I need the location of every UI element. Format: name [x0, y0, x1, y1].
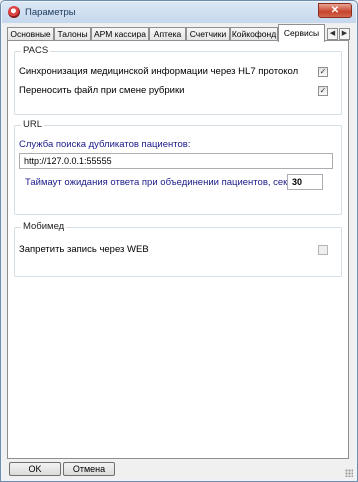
tab-pharmacy[interactable]: Аптека [149, 27, 186, 41]
tab-main[interactable]: Основные [7, 27, 54, 41]
move-file-label: Переносить файл при смене рубрики [19, 85, 185, 96]
window-title: Параметры [25, 7, 76, 18]
timeout-label: Таймаут ожидания ответа при объединении … [25, 177, 290, 188]
pacs-group-title: PACS [21, 45, 51, 56]
duplicate-service-url-input[interactable]: http://127.0.0.1:55555 [19, 153, 333, 169]
url-group-title: URL [21, 119, 45, 130]
cancel-button[interactable]: Отмена [63, 462, 115, 476]
forbid-web-checkbox[interactable] [318, 245, 328, 255]
hl7-sync-label: Синхронизация медицинской информации чер… [19, 66, 299, 77]
tab-scroll-left-icon[interactable]: ◀ [327, 28, 338, 40]
ok-button[interactable]: OK [9, 462, 61, 476]
dialog-client: Основные Талоны АРМ кассира Аптека Счетч… [3, 23, 355, 479]
tab-counters[interactable]: Счетчики [186, 27, 230, 41]
resize-grip-icon[interactable] [345, 469, 353, 477]
url-group: URL Служба поиска дубликатов пациентов: … [14, 119, 342, 215]
parameters-window: Параметры ✕ Основные Талоны АРМ кассира … [0, 0, 358, 482]
pacs-group: PACS Синхронизация медицинской информаци… [14, 45, 342, 115]
hl7-sync-checkbox[interactable]: ✓ [318, 67, 328, 77]
mobimed-group: Мобимед Запретить запись через WEB [14, 221, 342, 277]
close-button[interactable]: ✕ [318, 3, 352, 18]
services-tab-panel: PACS Синхронизация медицинской информаци… [7, 40, 349, 459]
duplicate-service-label: Служба поиска дубликатов пациентов: [19, 139, 191, 150]
tab-coupons[interactable]: Талоны [54, 27, 91, 41]
title-bar[interactable]: Параметры ✕ [2, 2, 356, 23]
timeout-input[interactable]: 30 [287, 174, 323, 190]
tab-scroll-right-icon[interactable]: ▶ [339, 28, 350, 40]
tab-services[interactable]: Сервисы [278, 24, 325, 42]
move-file-checkbox[interactable]: ✓ [318, 86, 328, 96]
tab-beds[interactable]: Койкофонд [230, 27, 278, 41]
tab-strip: Основные Талоны АРМ кассира Аптека Счетч… [7, 24, 353, 42]
forbid-web-label: Запретить запись через WEB [19, 244, 149, 255]
tab-cashier[interactable]: АРМ кассира [91, 27, 149, 41]
mobimed-group-title: Мобимед [21, 221, 67, 232]
app-icon [8, 6, 20, 18]
